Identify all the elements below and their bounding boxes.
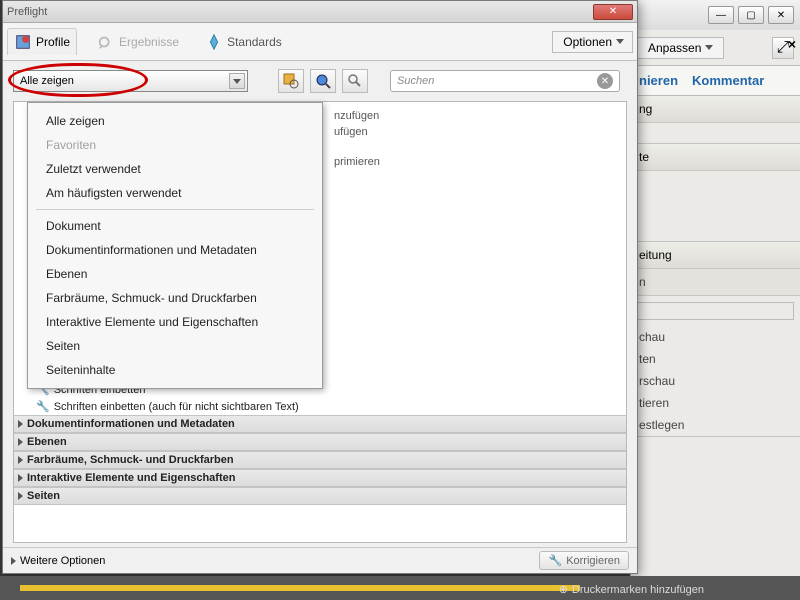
category-row[interactable]: Interaktive Elemente und Eigenschaften xyxy=(14,469,626,487)
panel-head-1[interactable]: ng xyxy=(631,96,800,123)
dialog-title: Preflight xyxy=(7,6,47,18)
background-window: — ▢ ✕ × Anpassen ⤢ nieren Kommentar ng t… xyxy=(630,0,800,600)
category-label: Interaktive Elemente und Eigenschaften xyxy=(27,472,235,484)
bottom-bar: Weitere Optionen 🔧 Korrigieren xyxy=(3,547,637,573)
tab-profile-label: Profile xyxy=(36,35,70,49)
korrigieren-button[interactable]: 🔧 Korrigieren xyxy=(539,551,629,570)
add-printmarks[interactable]: ⊕ Druckermarken hinzufügen xyxy=(559,583,704,596)
dropdown-item[interactable]: Seiten xyxy=(28,334,322,358)
chevron-down-icon xyxy=(616,39,624,44)
tab-row: Profile Ergebnisse Standards Optionen xyxy=(3,23,637,61)
titlebar[interactable]: Preflight ✕ xyxy=(3,1,637,23)
results-icon xyxy=(97,33,115,51)
list-item-label: Schriften einbetten (auch für nicht sich… xyxy=(54,401,299,413)
page-indicator xyxy=(20,585,580,591)
wrench-icon: 🔧 xyxy=(548,554,562,567)
category-label: Farbräume, Schmuck- und Druckfarben xyxy=(27,454,234,466)
korrigieren-label: Korrigieren xyxy=(566,555,620,567)
right-item-list: chau ten rschau tieren estlegen xyxy=(631,326,800,436)
tab-standards[interactable]: Standards xyxy=(199,29,288,55)
expand-icon xyxy=(18,456,23,464)
tool-button-2[interactable] xyxy=(310,69,336,93)
standards-icon xyxy=(205,33,223,51)
expand-icon xyxy=(18,492,23,500)
filter-combo-value: Alle zeigen xyxy=(20,75,74,87)
right-tab-1[interactable]: nieren xyxy=(639,73,678,88)
category-row[interactable]: Farbräume, Schmuck- und Druckfarben xyxy=(14,451,626,469)
dialog-close-button[interactable]: ✕ xyxy=(593,4,633,20)
tool-button-1[interactable] xyxy=(278,69,304,93)
panel-field xyxy=(637,302,794,320)
filter-dropdown: Alle zeigen Favoriten Zuletzt verwendet … xyxy=(27,102,323,389)
panel-close-icon[interactable]: × xyxy=(788,36,796,52)
right-tab-kommentar[interactable]: Kommentar xyxy=(692,73,764,88)
tab-ergebnisse[interactable]: Ergebnisse xyxy=(91,29,185,55)
right-item[interactable]: tieren xyxy=(631,392,800,414)
filter-row: Alle zeigen Suchen ✕ xyxy=(3,61,637,101)
panel-head-3[interactable]: eitung xyxy=(631,242,800,269)
tab-standards-label: Standards xyxy=(227,35,282,49)
search-input[interactable]: Suchen ✕ xyxy=(390,70,620,92)
filter-combo[interactable]: Alle zeigen xyxy=(13,70,248,92)
dropdown-item[interactable]: Seiteninhalte xyxy=(28,358,322,382)
plus-icon: ⊕ xyxy=(559,583,568,596)
wrench-magnify-icon xyxy=(347,73,363,89)
chevron-down-icon xyxy=(705,45,713,50)
inspect-icon xyxy=(283,73,299,89)
magnify-blue-icon xyxy=(315,73,331,89)
clear-search-icon[interactable]: ✕ xyxy=(597,73,613,89)
right-item[interactable]: estlegen xyxy=(631,414,800,436)
window-controls: — ▢ ✕ xyxy=(631,0,800,30)
right-toolbar: Anpassen ⤢ xyxy=(631,30,800,66)
dropdown-item[interactable]: Interaktive Elemente und Eigenschaften xyxy=(28,310,322,334)
chevron-down-icon[interactable] xyxy=(229,73,245,89)
right-item[interactable]: chau xyxy=(631,326,800,348)
dropdown-separator xyxy=(36,209,314,210)
expand-icon xyxy=(11,557,16,565)
dropdown-item[interactable]: Zuletzt verwendet xyxy=(28,157,322,181)
dropdown-item[interactable]: Alle zeigen xyxy=(28,109,322,133)
dropdown-item[interactable]: Farbräume, Schmuck- und Druckfarben xyxy=(28,286,322,310)
dropdown-item[interactable]: Dokumentinformationen und Metadaten xyxy=(28,238,322,262)
anpassen-label: Anpassen xyxy=(648,41,701,55)
options-button[interactable]: Optionen xyxy=(552,31,633,53)
search-placeholder: Suchen xyxy=(397,75,434,87)
options-label: Optionen xyxy=(563,35,612,49)
add-printmarks-label: Druckermarken hinzufügen xyxy=(572,584,704,596)
close-window-button[interactable]: ✕ xyxy=(768,6,794,24)
category-row[interactable]: Dokumentinformationen und Metadaten xyxy=(14,415,626,433)
tab-ergebnisse-label: Ergebnisse xyxy=(119,35,179,49)
tab-profile[interactable]: Profile xyxy=(7,28,77,55)
category-label: Dokumentinformationen und Metadaten xyxy=(27,418,235,430)
more-options-label[interactable]: Weitere Optionen xyxy=(20,555,105,567)
dropdown-item[interactable]: Favoriten xyxy=(28,133,322,157)
tool-button-3[interactable] xyxy=(342,69,368,93)
wrench-icon: 🔧 xyxy=(36,400,50,413)
list-item[interactable]: 🔧 Schriften einbetten (auch für nicht sic… xyxy=(14,398,626,415)
category-label: Ebenen xyxy=(27,436,67,448)
dropdown-item[interactable]: Dokument xyxy=(28,214,322,238)
expand-icon xyxy=(18,474,23,482)
profile-icon xyxy=(14,33,32,51)
category-row[interactable]: Seiten xyxy=(14,487,626,505)
minimize-button[interactable]: — xyxy=(708,6,734,24)
dropdown-item[interactable]: Ebenen xyxy=(28,262,322,286)
expand-icon xyxy=(18,438,23,446)
preflight-dialog: Preflight ✕ Profile Ergebnisse Standards… xyxy=(2,0,638,574)
panel-sub-4[interactable]: n xyxy=(631,269,800,296)
anpassen-button[interactable]: Anpassen xyxy=(637,37,724,59)
category-row[interactable]: Ebenen xyxy=(14,433,626,451)
right-item[interactable]: rschau xyxy=(631,370,800,392)
panel-head-2[interactable]: te xyxy=(631,144,800,171)
right-item[interactable]: ten xyxy=(631,348,800,370)
maximize-button[interactable]: ▢ xyxy=(738,6,764,24)
dropdown-item[interactable]: Am häufigsten verwendet xyxy=(28,181,322,205)
category-label: Seiten xyxy=(27,490,60,502)
right-tabs: nieren Kommentar xyxy=(631,66,800,96)
expand-icon xyxy=(18,420,23,428)
